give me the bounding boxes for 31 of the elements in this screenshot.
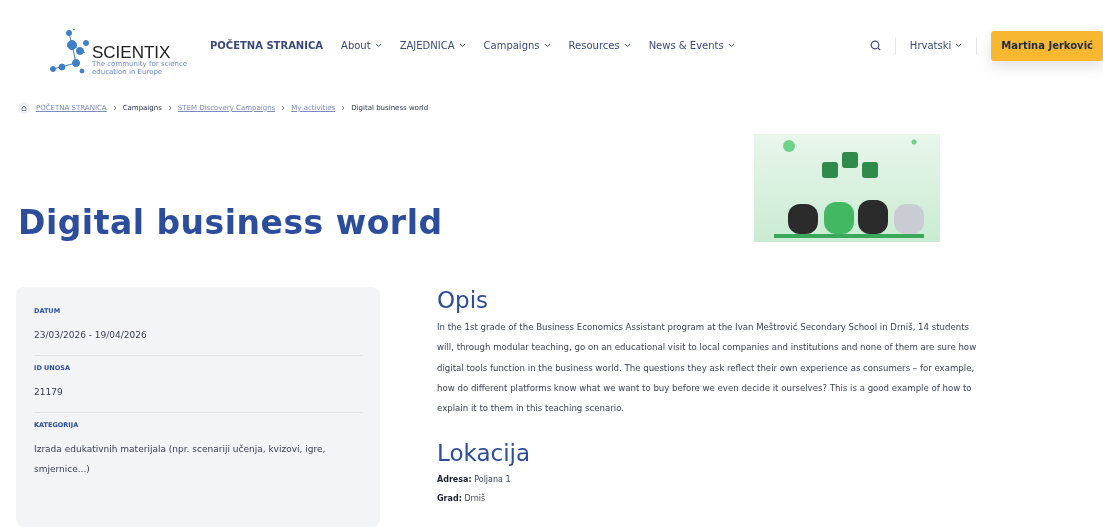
chevron-down-icon bbox=[543, 43, 551, 49]
language-selector[interactable]: Hrvatski bbox=[909, 40, 963, 52]
molecule-logo-icon bbox=[50, 28, 90, 77]
location-field: Grad: Drniš bbox=[437, 489, 977, 509]
page-title: Digital business world bbox=[18, 202, 443, 242]
search-icon[interactable] bbox=[869, 40, 881, 52]
description-text: In the 1st grade of the Business Economics Assistant program at the Ivan Meštrović Secondary School in Drniš, 14 students will, through modular teaching, go on an educational visit to local companies and institutions and none of them are sure how digital tools function in the business world. The questions they ask reflect their own experience as consumers – for example, how do different platforms know what we want to buy before we even decide it ourselves? This is a good example of how to explain it to them in this teaching scenario. bbox=[437, 321, 977, 416]
chevron-down-icon bbox=[955, 43, 963, 49]
nav-link[interactable]: ZAJEDNICA bbox=[399, 40, 466, 52]
nav-link[interactable]: Campaigns bbox=[483, 40, 551, 52]
nav-link[interactable]: Resources bbox=[568, 40, 631, 52]
chevron-down-icon bbox=[623, 43, 631, 49]
chevron-right-icon bbox=[341, 104, 346, 111]
detail-value: Izrada edukativnih materijala (npr. scenariji učenja, kvizovi, igre, smjernice...) bbox=[34, 443, 327, 476]
nav-link[interactable]: About bbox=[341, 40, 382, 52]
nav-link[interactable]: POČETNA STRANICA bbox=[210, 40, 324, 52]
detail-value: 23/03/2026 - 19/04/2026 bbox=[34, 329, 148, 342]
user-button[interactable]: Martina Jerković bbox=[991, 30, 1103, 61]
chevron-right-icon bbox=[112, 104, 117, 111]
section-heading: Opis bbox=[437, 287, 490, 313]
location-field: Adresa: Poljana 1 bbox=[437, 470, 977, 490]
chevron-down-icon bbox=[458, 43, 466, 49]
detail-value: 21179 bbox=[34, 386, 64, 399]
chevron-down-icon bbox=[727, 43, 735, 49]
chevron-down-icon bbox=[374, 43, 382, 49]
section-heading: Lokacija bbox=[437, 440, 531, 467]
logo-wordmark[interactable]: SCIENTIX bbox=[92, 44, 202, 62]
chevron-right-icon bbox=[281, 104, 286, 111]
chevron-right-icon bbox=[167, 104, 172, 111]
nav-link[interactable]: News & Events bbox=[648, 40, 735, 52]
home-icon[interactable] bbox=[18, 101, 30, 114]
